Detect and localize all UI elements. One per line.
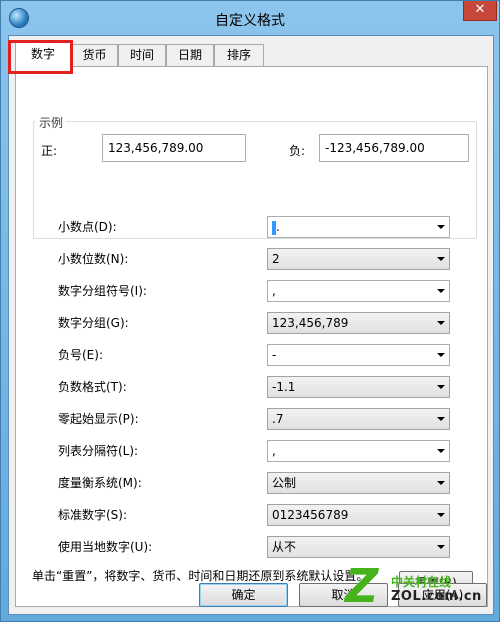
tab-date[interactable]: 日期 xyxy=(166,44,214,66)
setting-label: 负数格式(T): xyxy=(58,380,127,394)
setting-label: 负号(E): xyxy=(58,348,103,362)
zol-logo: Z xyxy=(345,559,379,613)
negative-format-select[interactable]: -1.1 xyxy=(267,376,450,398)
chevron-down-icon[interactable] xyxy=(437,353,445,357)
chevron-down-icon[interactable] xyxy=(437,385,445,389)
watermark-cn: 中关村在线 xyxy=(391,575,452,589)
tab-sorting[interactable]: 排序 xyxy=(214,44,264,66)
digit-grouping-symbol-combo[interactable]: , xyxy=(267,280,450,302)
setting-label: 小数位数(N): xyxy=(58,252,129,266)
negative-sample: -123,456,789.00 xyxy=(319,134,469,162)
tab-highlight-annotation xyxy=(8,40,73,74)
close-button[interactable]: ✕ xyxy=(463,1,497,21)
chevron-down-icon[interactable] xyxy=(437,449,445,453)
window-title: 自定义格式 xyxy=(215,13,285,29)
digit-grouping-select[interactable]: 123,456,789 xyxy=(267,312,450,334)
combo-value: . xyxy=(276,220,280,234)
combo-value: 从不 xyxy=(272,540,297,554)
setting-label: 标准数字(S): xyxy=(58,508,128,522)
combo-value: -1.1 xyxy=(272,380,296,394)
reset-note: 单击“重置”，将数字、货币、时间和日期还原到系统默认设置。 xyxy=(32,569,369,583)
measurement-system-select[interactable]: 公制 xyxy=(267,472,450,494)
setting-label: 零起始显示(P): xyxy=(58,412,139,426)
decimal-digits-select[interactable]: 2 xyxy=(267,248,450,270)
tab-currency[interactable]: 货币 xyxy=(71,44,118,66)
native-digits-select[interactable]: 从不 xyxy=(267,536,450,558)
chevron-down-icon[interactable] xyxy=(437,481,445,485)
chevron-down-icon[interactable] xyxy=(437,321,445,325)
negative-sign-combo[interactable]: - xyxy=(267,344,450,366)
combo-value: 0123456789 xyxy=(272,508,349,522)
tab-time[interactable]: 时间 xyxy=(118,44,166,66)
combo-value: - xyxy=(272,348,277,362)
chevron-down-icon[interactable] xyxy=(437,545,445,549)
setting-label: 度量衡系统(M): xyxy=(58,476,142,490)
sample-legend: 示例 xyxy=(36,114,67,131)
combo-value: , xyxy=(272,444,276,458)
numbers-panel: 示例 正: 123,456,789.00 负: -123,456,789.00 … xyxy=(15,66,488,607)
setting-label: 小数点(D): xyxy=(58,220,117,234)
positive-label: 正: xyxy=(41,144,58,158)
chevron-down-icon[interactable] xyxy=(437,225,445,229)
dialog-client-area: 数字 货币 时间 日期 排序 示例 正: 123,456,789.00 负: -… xyxy=(8,35,494,615)
combo-value: , xyxy=(272,284,276,298)
positive-sample: 123,456,789.00 xyxy=(102,134,246,162)
standard-digits-select[interactable]: 0123456789 xyxy=(267,504,450,526)
zol-watermark: Z 中关村在线 ZOL.com.cn xyxy=(345,563,495,619)
combo-value: 公制 xyxy=(272,476,297,490)
negative-label: 负: xyxy=(289,144,306,158)
leading-zero-select[interactable]: .7 xyxy=(267,408,450,430)
setting-label: 列表分隔符(L): xyxy=(58,444,139,458)
chevron-down-icon[interactable] xyxy=(437,513,445,517)
chevron-down-icon[interactable] xyxy=(437,417,445,421)
combo-value: 123,456,789 xyxy=(272,316,349,330)
setting-label: 数字分组符号(I): xyxy=(58,284,147,298)
watermark-en: ZOL.com.cn xyxy=(391,589,482,604)
chevron-down-icon[interactable] xyxy=(437,257,445,261)
combo-value: .7 xyxy=(272,412,284,426)
ok-button[interactable]: 确定 xyxy=(199,583,288,607)
title-bar[interactable]: 自定义格式 ✕ xyxy=(1,1,499,35)
setting-label: 使用当地数字(U): xyxy=(58,540,153,554)
chevron-down-icon[interactable] xyxy=(437,289,445,293)
dialog-window: 自定义格式 ✕ 数字 货币 时间 日期 排序 示例 正: 123,456,789… xyxy=(0,0,500,622)
setting-label: 数字分组(G): xyxy=(58,316,129,330)
list-separator-combo[interactable]: , xyxy=(267,440,450,462)
decimal-symbol-combo[interactable]: . xyxy=(267,216,450,238)
combo-value: 2 xyxy=(272,252,280,266)
